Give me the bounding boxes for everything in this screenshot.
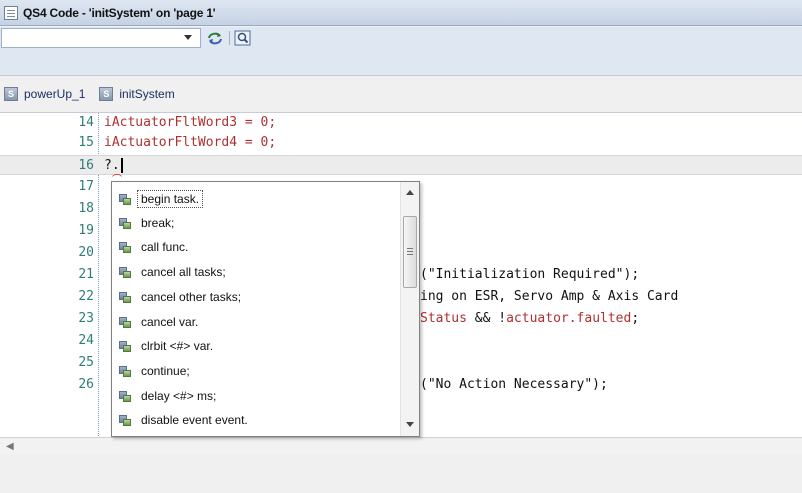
line-number: 21 (78, 267, 94, 282)
code-editor-window: QS4 Code - 'initSystem' on 'page 1' S po… (0, 0, 802, 493)
subroutine-icon: S (99, 87, 114, 101)
snippet-icon (119, 414, 131, 426)
autocomplete-item[interactable]: cancel var. (112, 311, 400, 333)
code-text: iActuatorFltWord3 = 0; (104, 115, 277, 130)
autocomplete-item[interactable]: cancel all tasks; (112, 261, 400, 283)
tab-powerup-1[interactable]: S powerUp_1 (4, 87, 85, 101)
scrollbar-thumb[interactable] (403, 216, 417, 288)
chevron-up-icon[interactable] (406, 190, 414, 195)
line-number: 26 (78, 377, 94, 392)
code-line: 14 iActuatorFltWord3 = 0; (0, 113, 802, 133)
autocomplete-item-label: disable event event. (141, 413, 248, 427)
toolbar (0, 27, 802, 76)
code-op: ; (631, 311, 640, 326)
autocomplete-item[interactable]: call func. (112, 236, 400, 258)
snippet-icon (119, 217, 131, 229)
line-number: 22 (78, 289, 94, 304)
line-number: 19 (78, 223, 94, 238)
code-text: iActuatorFltWord4 = 0; (104, 135, 277, 150)
tab-label: powerUp_1 (24, 87, 86, 101)
document-icon (4, 5, 18, 20)
line-number: 24 (78, 333, 94, 348)
snippet-icon (119, 316, 131, 328)
line-number: 18 (78, 201, 94, 216)
autocomplete-item[interactable]: clrbit <#> var. (112, 335, 400, 357)
code-var: actuator.faulted (506, 311, 632, 326)
tab-initsystem[interactable]: S initSystem (99, 87, 175, 101)
autocomplete-item-label: call func. (141, 240, 189, 254)
refresh-icon (208, 32, 222, 45)
code-var: Status (420, 311, 467, 326)
code-text: ing on ESR, Servo Amp & Axis Card (420, 289, 679, 304)
find-button[interactable] (233, 29, 253, 47)
autocomplete-item[interactable]: delay <#> ms; (112, 385, 400, 407)
subroutine-tabs: S powerUp_1 S initSystem (0, 84, 802, 104)
code-text-wrap: Status && !actuator.faulted; (420, 309, 639, 329)
chevron-down-icon[interactable] (184, 35, 192, 40)
snippet-icon (119, 193, 131, 205)
line-number: 17 (78, 179, 94, 194)
chevron-left-icon[interactable]: ◀ (6, 441, 14, 452)
snippet-icon (119, 390, 131, 402)
window-title: QS4 Code - 'initSystem' on 'page 1' (23, 5, 216, 20)
autocomplete-item-label: delay <#> ms; (141, 389, 217, 403)
line-number: 16 (78, 158, 94, 173)
refresh-button[interactable] (205, 29, 225, 47)
symbol-combo[interactable] (1, 28, 201, 48)
code-op: && ! (466, 311, 507, 326)
title-bar[interactable]: QS4 Code - 'initSystem' on 'page 1' (0, 0, 802, 26)
status-area (0, 455, 802, 493)
line-number: 15 (78, 135, 94, 150)
snippet-icon (119, 291, 131, 303)
autocomplete-item-label: cancel var. (141, 315, 199, 329)
line-number: 25 (78, 355, 94, 370)
autocomplete-item-label: continue; (141, 364, 190, 378)
autocomplete-item[interactable]: continue; (112, 360, 400, 382)
horizontal-scrollbar[interactable]: ◀ (0, 437, 802, 454)
snippet-icon (119, 340, 131, 352)
snippet-icon (119, 241, 131, 253)
autocomplete-item-label: cancel all tasks; (141, 265, 226, 279)
line-number: 14 (78, 115, 94, 130)
chevron-down-icon[interactable] (406, 422, 414, 427)
toolbar-separator (229, 31, 230, 45)
code-text: ("No Action Necessary"); (420, 377, 608, 392)
code-line: 15 iActuatorFltWord4 = 0; (0, 133, 802, 153)
grip-icon (407, 248, 413, 249)
autocomplete-item-label: break; (141, 216, 175, 230)
line-number: 23 (78, 311, 94, 326)
autocomplete-popup[interactable]: begin task. break; call func. cancel all… (111, 181, 420, 437)
subroutine-icon: S (4, 87, 18, 101)
autocomplete-item-label: begin task. (137, 190, 204, 208)
snippet-icon (119, 365, 131, 377)
autocomplete-scrollbar[interactable] (400, 182, 419, 436)
find-icon (234, 30, 251, 46)
autocomplete-item[interactable]: break; (112, 212, 400, 234)
autocomplete-item-label: clrbit <#> var. (141, 339, 214, 353)
autocomplete-item[interactable]: begin task. (112, 188, 400, 210)
line-number: 20 (78, 245, 94, 260)
autocomplete-item[interactable]: cancel other tasks; (112, 286, 400, 308)
snippet-icon (119, 266, 131, 278)
tab-label: initSystem (119, 87, 175, 101)
autocomplete-item-label: cancel other tasks; (141, 290, 242, 304)
autocomplete-item[interactable]: disable event event. (112, 409, 400, 431)
code-text: ("Initialization Required"); (420, 267, 640, 282)
